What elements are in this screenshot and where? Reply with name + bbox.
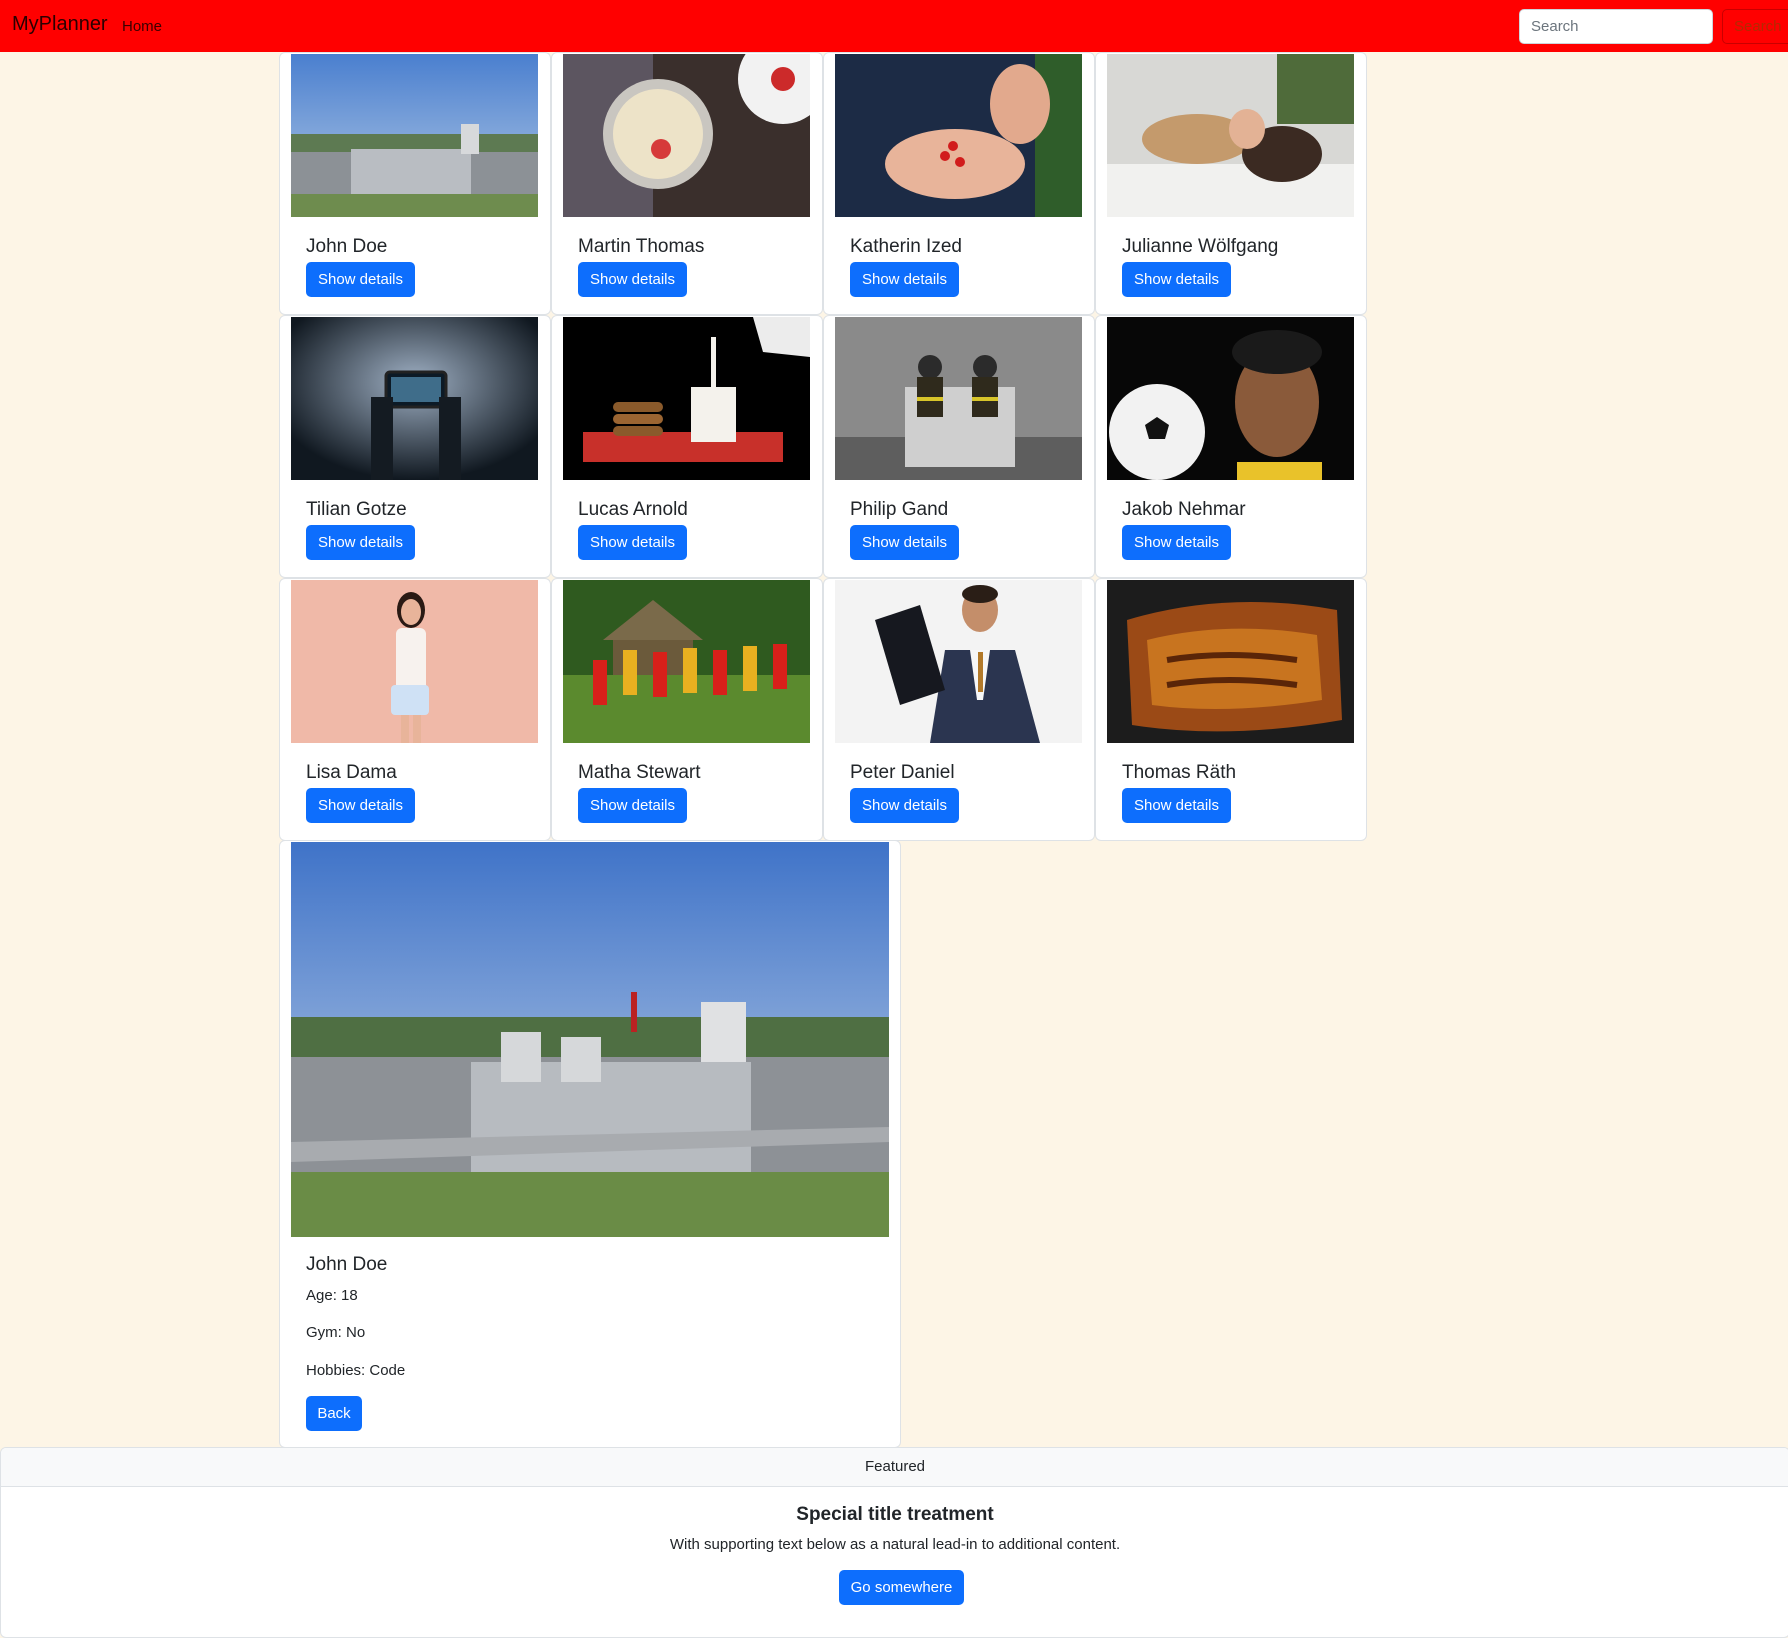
person-card: Lisa Dama Show details xyxy=(279,578,551,841)
show-details-button[interactable]: Show details xyxy=(850,788,959,823)
show-details-button[interactable]: Show details xyxy=(1122,262,1231,297)
detail-gym: Gym: No xyxy=(306,1324,366,1341)
person-card: Katherin Ized Show details xyxy=(823,52,1095,315)
search-input[interactable] xyxy=(1519,9,1713,44)
person-card: John Doe Show details xyxy=(279,52,551,315)
card-name: Peter Daniel xyxy=(850,762,955,783)
woman-with-handbag-photo xyxy=(291,580,538,743)
person-card: Martin Thomas Show details xyxy=(551,52,823,315)
person-card: Peter Daniel Show details xyxy=(823,578,1095,841)
card-name: Thomas Räth xyxy=(1122,762,1237,783)
boy-with-football-photo xyxy=(1107,317,1354,480)
show-details-button[interactable]: Show details xyxy=(306,525,415,560)
show-details-button[interactable]: Show details xyxy=(850,525,959,560)
show-details-button[interactable]: Show details xyxy=(306,788,415,823)
businessman-photo xyxy=(835,580,1082,743)
yogurt-bowl-photo xyxy=(563,54,810,217)
card-name: Katherin Ized xyxy=(850,236,962,257)
detail-name: John Doe xyxy=(306,1254,388,1275)
featured-text: With supporting text below as a natural … xyxy=(669,1536,1121,1553)
show-details-button[interactable]: Show details xyxy=(1122,525,1231,560)
show-details-button[interactable]: Show details xyxy=(850,262,959,297)
card-name: Jakob Nehmar xyxy=(1122,499,1246,520)
featured-title: Special title treatment xyxy=(796,1504,994,1525)
card-name: Lucas Arnold xyxy=(578,499,688,520)
firefighters-photo xyxy=(835,317,1082,480)
featured-header: Featured xyxy=(1,1448,1788,1487)
grilled-meat-photo xyxy=(1107,580,1354,743)
nav-home-link[interactable]: Home xyxy=(122,18,162,35)
person-card: Matha Stewart Show details xyxy=(551,578,823,841)
card-name: Philip Gand xyxy=(850,499,949,520)
folk-dancers-photo xyxy=(563,580,810,743)
person-card: Philip Gand Show details xyxy=(823,315,1095,578)
show-details-button[interactable]: Show details xyxy=(306,262,415,297)
industrial-plant-photo xyxy=(291,54,538,217)
milk-and-cookies-photo xyxy=(563,317,810,480)
brand-link[interactable]: MyPlanner xyxy=(12,13,108,36)
card-name: Martin Thomas xyxy=(578,236,705,257)
detail-hobbies: Hobbies: Code xyxy=(306,1362,406,1379)
person-card: Julianne Wölfgang Show details xyxy=(1095,52,1367,315)
show-details-button[interactable]: Show details xyxy=(578,262,687,297)
show-details-button[interactable]: Show details xyxy=(578,788,687,823)
phone-camera-photo xyxy=(291,317,538,480)
navbar: MyPlanner Home Search xyxy=(0,0,1788,52)
person-card: Thomas Räth Show details xyxy=(1095,578,1367,841)
card-name: Tilian Gotze xyxy=(306,499,407,520)
person-card: Lucas Arnold Show details xyxy=(551,315,823,578)
show-details-button[interactable]: Show details xyxy=(1122,788,1231,823)
person-card: Tilian Gotze Show details xyxy=(279,315,551,578)
person-card: Jakob Nehmar Show details xyxy=(1095,315,1367,578)
woman-with-dog-photo xyxy=(1107,54,1354,217)
detail-card: John Doe Age: 18 Gym: No Hobbies: Code B… xyxy=(279,840,901,1448)
card-name: Matha Stewart xyxy=(578,762,701,783)
search-button[interactable]: Search xyxy=(1722,9,1788,44)
berries-in-hand-photo xyxy=(835,54,1082,217)
industrial-plant-photo xyxy=(291,842,889,1237)
detail-age: Age: 18 xyxy=(306,1287,358,1304)
go-somewhere-button[interactable]: Go somewhere xyxy=(839,1570,964,1605)
card-name: Lisa Dama xyxy=(306,762,397,783)
back-button[interactable]: Back xyxy=(306,1396,362,1431)
card-name: Julianne Wölfgang xyxy=(1122,236,1279,257)
card-name: John Doe xyxy=(306,236,388,257)
featured-card: Featured Special title treatment With su… xyxy=(0,1447,1788,1638)
show-details-button[interactable]: Show details xyxy=(578,525,687,560)
